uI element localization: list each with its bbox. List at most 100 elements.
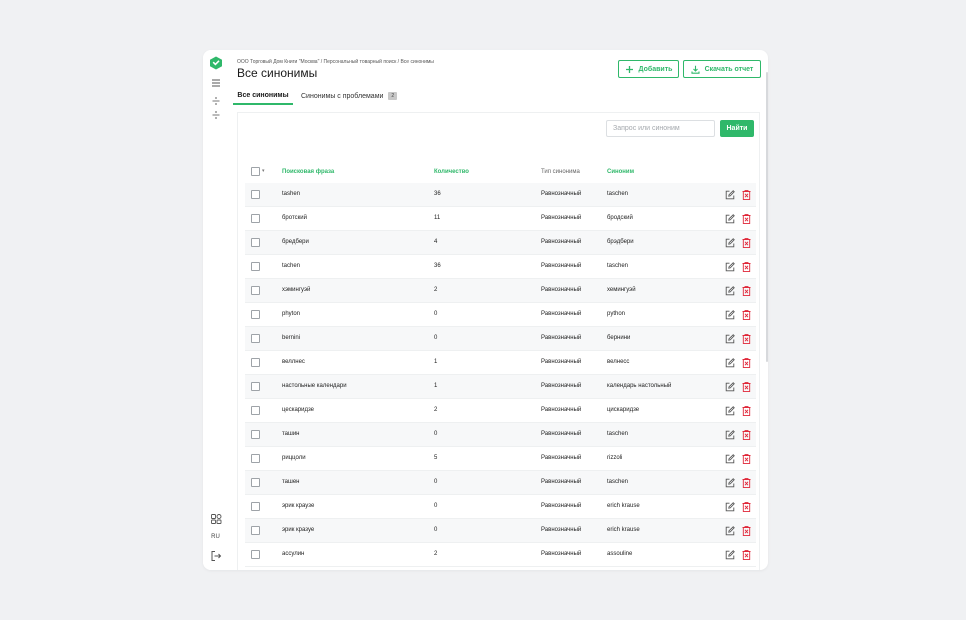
- table-body: tashen 36 Равнозначный taschen бротский 11 Рав…: [245, 183, 756, 567]
- row-checkbox[interactable]: [251, 406, 260, 415]
- edit-icon[interactable]: [725, 238, 735, 248]
- row-checkbox[interactable]: [251, 550, 260, 559]
- cell-synonym: taschen: [607, 479, 629, 485]
- search-input[interactable]: [606, 120, 715, 137]
- delete-icon[interactable]: [742, 358, 751, 368]
- download-report-button[interactable]: Скачать отчет: [683, 60, 761, 78]
- column-header-synonym[interactable]: Синоним: [607, 169, 634, 175]
- delete-icon[interactable]: [742, 310, 751, 320]
- edit-icon[interactable]: [725, 502, 735, 512]
- row-checkbox[interactable]: [251, 310, 260, 319]
- row-checkbox[interactable]: [251, 382, 260, 391]
- edit-icon[interactable]: [725, 310, 735, 320]
- cell-type: Равнозначный: [541, 239, 582, 245]
- table-row: бротский 11 Равнозначный бродский: [245, 207, 756, 231]
- cell-type: Равнозначный: [541, 359, 582, 365]
- cell-quantity: 0: [434, 527, 438, 533]
- delete-icon[interactable]: [742, 430, 751, 440]
- delete-icon[interactable]: [742, 238, 751, 248]
- delete-icon[interactable]: [742, 526, 751, 536]
- cell-type: Равнозначный: [541, 191, 582, 197]
- cell-synonym: брэдбери: [607, 239, 634, 245]
- table-row: ташин 0 Равнозначный taschen: [245, 423, 756, 447]
- cell-quantity: 36: [434, 263, 441, 269]
- delete-icon[interactable]: [742, 478, 751, 488]
- edit-icon[interactable]: [725, 454, 735, 464]
- tab-problem-synonyms[interactable]: Синонимы с проблемами 2: [301, 90, 398, 105]
- logout-icon[interactable]: [210, 550, 222, 562]
- delete-icon[interactable]: [742, 334, 751, 344]
- cell-synonym: rizzoli: [607, 455, 623, 461]
- cell-type: Равнозначный: [541, 527, 582, 533]
- row-checkbox[interactable]: [251, 526, 260, 535]
- divide-icon[interactable]: [210, 95, 222, 107]
- edit-icon[interactable]: [725, 406, 735, 416]
- edit-icon[interactable]: [725, 382, 735, 392]
- add-button[interactable]: Добавить: [618, 60, 679, 78]
- cell-type: Равнозначный: [541, 431, 582, 437]
- row-checkbox[interactable]: [251, 262, 260, 271]
- delete-icon[interactable]: [742, 454, 751, 464]
- edit-icon[interactable]: [725, 262, 735, 272]
- row-checkbox[interactable]: [251, 502, 260, 511]
- select-all-checkbox[interactable]: [251, 167, 260, 176]
- delete-icon[interactable]: [742, 286, 751, 296]
- cell-phrase: ташен: [282, 479, 300, 485]
- chevron-down-icon[interactable]: ▾: [262, 168, 265, 174]
- cell-type: Равнозначный: [541, 551, 582, 557]
- table-row: bernini 0 Равнозначный бернини: [245, 327, 756, 351]
- row-checkbox[interactable]: [251, 334, 260, 343]
- delete-icon[interactable]: [742, 406, 751, 416]
- breadcrumb[interactable]: ООО Торговый Дом Книги "Москва" / Персон…: [237, 59, 434, 65]
- logo-icon[interactable]: [209, 56, 223, 70]
- cell-synonym: taschen: [607, 191, 629, 197]
- edit-icon[interactable]: [725, 358, 735, 368]
- find-button[interactable]: Найти: [720, 120, 754, 137]
- edit-icon[interactable]: [725, 286, 735, 296]
- edit-icon[interactable]: [725, 334, 735, 344]
- edit-icon[interactable]: [725, 526, 735, 536]
- row-checkbox[interactable]: [251, 430, 260, 439]
- cell-type: Равнозначный: [541, 287, 582, 293]
- row-checkbox[interactable]: [251, 214, 260, 223]
- column-header-quantity[interactable]: Количество: [434, 169, 469, 175]
- row-checkbox[interactable]: [251, 286, 260, 295]
- add-button-label: Добавить: [638, 65, 673, 73]
- scrollbar[interactable]: [766, 72, 768, 362]
- edit-icon[interactable]: [725, 430, 735, 440]
- cell-quantity: 2: [434, 287, 438, 293]
- delete-icon[interactable]: [742, 382, 751, 392]
- cell-synonym: erich krause: [607, 503, 640, 509]
- row-checkbox[interactable]: [251, 358, 260, 367]
- row-checkbox[interactable]: [251, 478, 260, 487]
- table-row: риццоли 5 Равнозначный rizzoli: [245, 447, 756, 471]
- divide-icon[interactable]: [210, 109, 222, 121]
- delete-icon[interactable]: [742, 262, 751, 272]
- tab-label: Синонимы с проблемами: [301, 93, 384, 100]
- apps-icon[interactable]: [210, 513, 222, 525]
- cell-quantity: 0: [434, 431, 438, 437]
- edit-icon[interactable]: [725, 550, 735, 560]
- app-window: RU ООО Торговый Дом Книги "Москва" / Пер…: [203, 50, 768, 570]
- edit-icon[interactable]: [725, 478, 735, 488]
- delete-icon[interactable]: [742, 190, 751, 200]
- table-row: хэмингуэй 2 Равнозначный хемингуэй: [245, 279, 756, 303]
- row-checkbox[interactable]: [251, 238, 260, 247]
- table-row: настольные календари 1 Равнозначный календа…: [245, 375, 756, 399]
- cell-quantity: 5: [434, 455, 438, 461]
- row-checkbox[interactable]: [251, 190, 260, 199]
- cell-phrase: цескаридзе: [282, 407, 315, 413]
- edit-icon[interactable]: [725, 190, 735, 200]
- delete-icon[interactable]: [742, 502, 751, 512]
- edit-icon[interactable]: [725, 214, 735, 224]
- menu-icon[interactable]: [210, 77, 222, 89]
- cell-quantity: 1: [434, 383, 438, 389]
- delete-icon[interactable]: [742, 550, 751, 560]
- cell-quantity: 4: [434, 239, 438, 245]
- language-switch[interactable]: RU: [203, 534, 228, 540]
- row-checkbox[interactable]: [251, 454, 260, 463]
- column-header-phrase[interactable]: Поисковая фраза: [282, 169, 334, 175]
- tab-all-synonyms[interactable]: Все синонимы: [233, 90, 293, 105]
- delete-icon[interactable]: [742, 214, 751, 224]
- plus-icon: [625, 65, 633, 73]
